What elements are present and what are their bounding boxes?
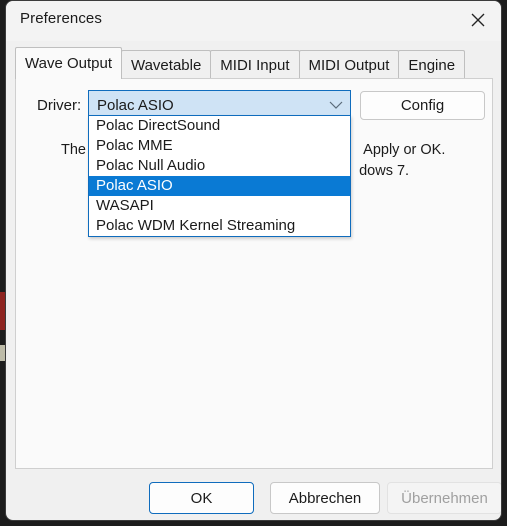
driver-dropdown-list: Polac DirectSound Polac MME Polac Null A… [88,115,351,237]
chevron-down-icon [322,101,350,110]
tab-midi-input[interactable]: MIDI Input [210,50,300,79]
apply-button: Übernehmen [387,482,501,514]
dropdown-item-selected[interactable]: Polac ASIO [89,176,350,196]
driver-label: Driver: [37,97,82,114]
dropdown-item[interactable]: Polac DirectSound [89,116,350,136]
ok-button[interactable]: OK [149,482,254,514]
tab-wave-output[interactable]: Wave Output [15,47,122,79]
driver-combobox-value: Polac ASIO [97,96,174,114]
window-title: Preferences [20,10,102,27]
dropdown-item[interactable]: Polac Null Audio [89,156,350,176]
dropdown-item[interactable]: WASAPI [89,196,350,216]
close-icon [471,13,485,27]
title-bar: Preferences [6,1,501,41]
close-button[interactable] [455,1,501,39]
tab-wavetable[interactable]: Wavetable [120,50,212,79]
config-button[interactable]: Config [360,91,485,120]
tab-engine[interactable]: Engine [398,50,466,79]
preferences-dialog: Preferences Wave Output Wavetable MIDI I… [5,0,502,521]
dropdown-item[interactable]: Polac WDM Kernel Streaming [89,216,350,236]
tab-strip: Wave Output Wavetable MIDI Input MIDI Ou… [15,47,466,79]
tab-midi-output[interactable]: MIDI Output [298,50,400,79]
cancel-button[interactable]: Abbrechen [270,482,380,514]
dropdown-item[interactable]: Polac MME [89,136,350,156]
